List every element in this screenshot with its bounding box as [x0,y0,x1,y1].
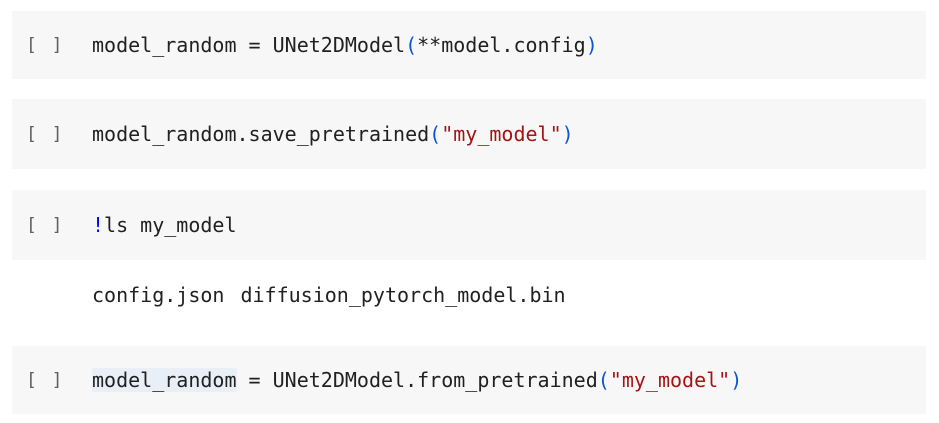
output-file-name: diffusion_pytorch_model.bin [240,283,566,307]
code-token-open-paren: ( [429,122,442,146]
code-token-variable: model_random [92,33,237,57]
code-line[interactable]: !ls my_model [92,215,237,235]
code-token-variable: model_random [92,122,237,146]
code-cell-4[interactable]: [ ] model_random = UNet2DModel.from_pret… [12,346,926,414]
code-token-close-paren: ) [730,368,743,392]
code-token-open-paren: ( [597,368,610,392]
code-line[interactable]: model_random.save_pretrained("my_model") [92,124,574,144]
code-token-close-paren: ) [561,122,574,146]
code-token-open-paren: ( [405,33,418,57]
run-cell-button[interactable]: [ ] [26,35,65,56]
code-line[interactable]: model_random = UNet2DModel(**model.confi… [92,35,598,55]
code-token-shell-command: ls my_model [104,213,237,237]
code-token-operator: = [236,33,273,57]
code-token-shell-magic: ! [92,213,105,237]
code-cell-2[interactable]: [ ] model_random.save_pretrained("my_mod… [12,99,926,169]
output-file-name: config.json [92,283,225,307]
cell-output: config.json diffusion_pytorch_model.bin [92,280,566,310]
code-token-operator: = [236,368,273,392]
code-token-call: .save_pretrained [236,122,430,146]
code-token-close-paren: ) [585,33,598,57]
notebook: [ ] model_random = UNet2DModel(**model.c… [0,0,939,423]
code-token-string: "my_model" [441,122,562,146]
run-cell-button[interactable]: [ ] [26,215,65,236]
code-token-variable: model_random [92,368,237,392]
code-cell-3[interactable]: [ ] !ls my_model [12,190,926,260]
code-token-call: UNet2DModel.from_pretrained [272,368,598,392]
code-token-argument: **model.config [417,33,586,57]
run-cell-button[interactable]: [ ] [26,370,65,391]
code-token-string: "my_model" [609,368,731,392]
code-cell-1[interactable]: [ ] model_random = UNet2DModel(**model.c… [12,11,926,79]
code-line[interactable]: model_random = UNet2DModel.from_pretrain… [92,368,743,392]
run-cell-button[interactable]: [ ] [26,124,65,145]
code-token-call: UNet2DModel [272,33,406,57]
